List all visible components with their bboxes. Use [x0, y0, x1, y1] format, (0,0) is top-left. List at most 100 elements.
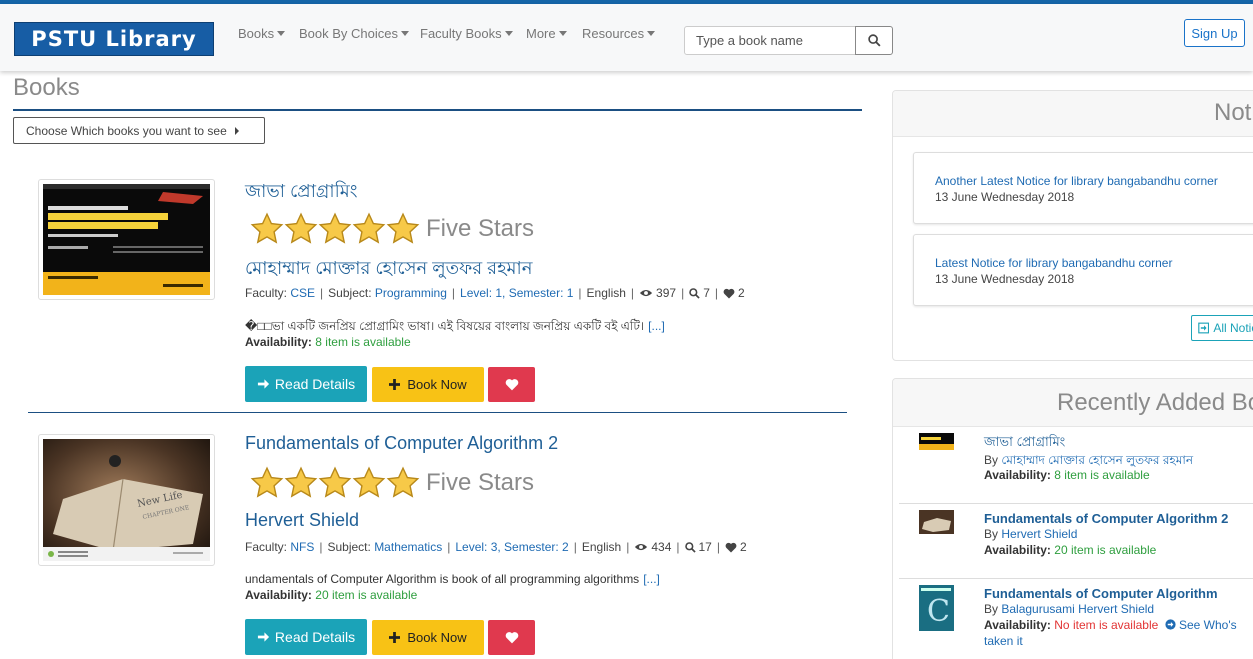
navbar: PSTU Library Books Book By Choices Facul… — [0, 4, 1253, 71]
new-life-book-cover-image: New Life CHAPTER ONE — [43, 439, 210, 561]
level-semester-link[interactable]: Level: 1, Semester: 1 — [460, 286, 573, 300]
by-label: By — [984, 602, 999, 616]
notice-title[interactable]: Another Latest Notice for library bangab… — [935, 174, 1218, 188]
book-cover[interactable] — [38, 179, 215, 300]
separator: | — [630, 286, 635, 300]
separator: | — [626, 540, 630, 554]
choose-books-dropdown[interactable]: Choose Which books you want to see — [13, 117, 265, 144]
star-icon — [250, 212, 284, 244]
nav-book-by-choices-label: Book By Choices — [299, 26, 398, 41]
recent-book-title[interactable]: Fundamentals of Computer Algorithm — [984, 586, 1218, 601]
nav-books[interactable]: Books — [238, 26, 286, 41]
item-divider — [899, 578, 1253, 579]
faculty-label: Faculty: — [245, 540, 288, 554]
separator: | — [714, 286, 718, 300]
heart-icon — [505, 632, 518, 644]
author-link[interactable]: Hervert Shield — [1001, 527, 1077, 541]
book-now-button[interactable]: Book Now — [372, 620, 484, 655]
arrow-right-icon — [257, 632, 269, 642]
page-title: Books — [13, 74, 80, 101]
nav-book-by-choices[interactable]: Book By Choices — [299, 26, 409, 41]
nav-books-label: Books — [238, 26, 275, 41]
recent-books-heading: Recently Added Books — [893, 379, 1253, 427]
notice-date: 13 June Wednesday 2018 — [935, 272, 1075, 286]
title-divider — [13, 109, 862, 111]
recent-book-title[interactable]: জাভা প্রোগ্রামিং — [984, 433, 1065, 454]
availability-label: Availability: — [984, 618, 1051, 632]
nav-more[interactable]: More — [526, 26, 567, 41]
read-details-button[interactable]: Read Details — [245, 619, 367, 655]
search-icon — [867, 34, 881, 47]
recent-book-availability: Availability: 8 item is available — [984, 468, 1150, 482]
faculty-link[interactable]: NFS — [290, 540, 314, 554]
subject-link[interactable]: Mathematics — [374, 540, 442, 554]
notice-card[interactable]: Another Latest Notice for library bangab… — [913, 152, 1253, 224]
book-cover[interactable]: New Life CHAPTER ONE — [38, 434, 215, 566]
all-notices-button[interactable]: All Notices — [1191, 315, 1253, 341]
svg-text:C: C — [927, 594, 950, 629]
favorite-button[interactable] — [488, 620, 535, 655]
brand-logo[interactable]: PSTU Library — [14, 22, 214, 56]
separator: | — [451, 286, 456, 300]
level-semester-link[interactable]: Level: 3, Semester: 2 — [455, 540, 568, 554]
eye-icon — [635, 543, 648, 551]
eye-icon — [639, 289, 653, 297]
signup-button[interactable]: Sign Up — [1184, 19, 1245, 47]
book-author[interactable]: মোহাম্মাদ মোক্তার হোসেন লুতফর রহমান — [245, 254, 533, 285]
taken-it-link[interactable]: taken it — [984, 634, 1023, 648]
search-button[interactable] — [855, 26, 893, 55]
star-icon — [318, 212, 352, 244]
notice-card[interactable]: Latest Notice for library bangabandhu co… — [913, 234, 1253, 306]
book-title[interactable]: জাভা প্রোগ্রামিং — [245, 177, 358, 208]
new-life-book-thumbnail[interactable] — [919, 510, 954, 534]
star-icon — [284, 212, 318, 244]
caret-down-icon — [401, 30, 409, 36]
all-notices-label: All Notices — [1213, 321, 1253, 335]
heart-icon — [725, 542, 737, 552]
book-author[interactable]: Hervert Shield — [245, 510, 359, 531]
separator: | — [319, 540, 323, 554]
notices-heading: Notices — [893, 91, 1253, 137]
availability-value: 8 item is available — [315, 335, 411, 349]
read-details-label: Read Details — [274, 629, 356, 645]
plus-icon — [389, 632, 401, 643]
c-programming-book-thumbnail[interactable]: C — [919, 585, 954, 631]
nav-faculty-books[interactable]: Faculty Books — [420, 26, 513, 41]
availability-value: 8 item is available — [1054, 468, 1150, 482]
book-title[interactable]: Fundamentals of Computer Algorithm 2 — [245, 433, 558, 454]
favorite-button[interactable] — [488, 367, 535, 402]
recent-book-title[interactable]: Fundamentals of Computer Algorithm 2 — [984, 511, 1228, 526]
java-ee-book-cover-image — [43, 184, 210, 295]
notice-title[interactable]: Latest Notice for library bangabandhu co… — [935, 256, 1172, 270]
read-more-link[interactable]: [...] — [648, 319, 665, 333]
subject-label: Subject: — [327, 540, 371, 554]
availability-label: Availability: — [245, 335, 312, 349]
caret-down-icon — [558, 30, 567, 36]
star-icon — [318, 466, 352, 498]
rating-label: Five Stars — [426, 469, 535, 496]
availability-value: No item is available — [1054, 618, 1159, 632]
faculty-link[interactable]: CSE — [290, 286, 315, 300]
java-ee-book-thumbnail[interactable] — [919, 433, 954, 450]
book-now-button[interactable]: Book Now — [372, 367, 484, 402]
separator: | — [320, 286, 324, 300]
recent-book-author-line: By Balagurusami Hervert Shield — [984, 602, 1154, 616]
author-link[interactable]: Balagurusami Hervert Shield — [1001, 602, 1154, 616]
book-meta: Faculty: NFS | Subject: Mathematics | Le… — [245, 540, 747, 554]
see-who-link[interactable]: See Who's — [1179, 618, 1237, 632]
book-availability: Availability: 8 item is available — [245, 335, 411, 349]
availability-value: 20 item is available — [315, 588, 418, 602]
nav-resources[interactable]: Resources — [582, 26, 656, 41]
book-divider — [28, 412, 847, 413]
subject-link[interactable]: Programming — [375, 286, 447, 300]
author-link[interactable]: মোহাম্মাদ মোক্তার হোসেন লুতফর রহমান — [1001, 453, 1193, 467]
arrow-right-icon — [257, 379, 269, 389]
by-label: By — [984, 527, 999, 541]
read-details-button[interactable]: Read Details — [245, 366, 367, 402]
faculty-label: Faculty: — [245, 286, 288, 300]
search-icon — [689, 287, 700, 299]
arrow-right-icon — [1198, 322, 1210, 334]
read-more-link[interactable]: [...] — [643, 572, 660, 586]
search-input[interactable] — [684, 26, 856, 55]
separator: | — [578, 286, 582, 300]
